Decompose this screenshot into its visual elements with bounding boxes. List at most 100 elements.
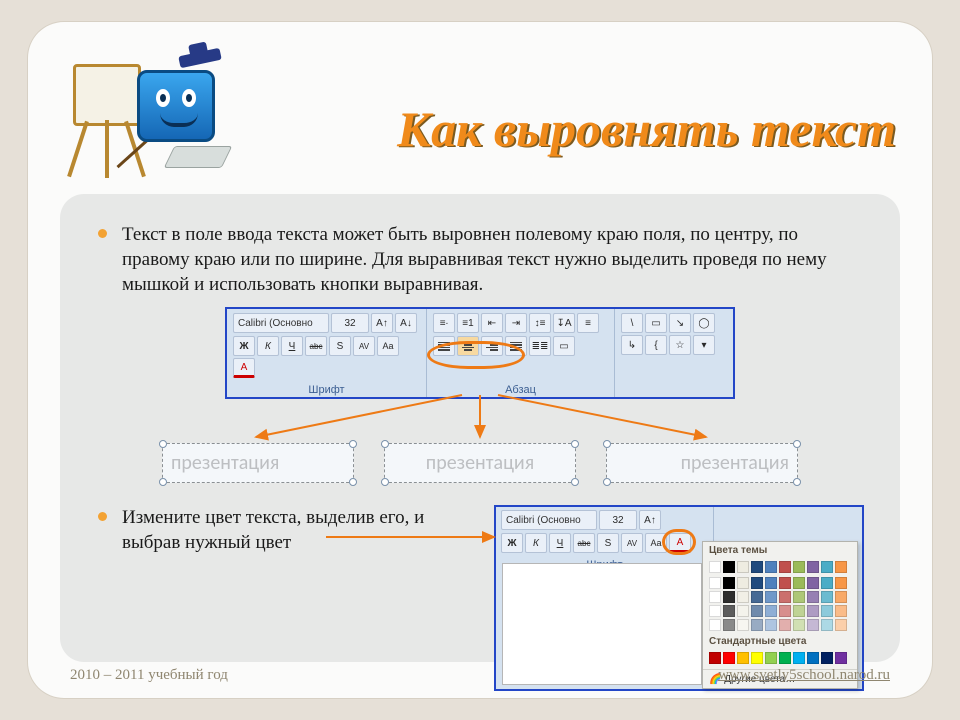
color-swatch[interactable] [737, 591, 749, 603]
color-swatch[interactable] [807, 605, 819, 617]
color-swatch[interactable] [821, 577, 833, 589]
spacing-2[interactable]: AV [621, 533, 643, 553]
color-swatch[interactable] [793, 652, 805, 664]
numbering-button[interactable]: ≡1 [457, 313, 479, 333]
underline-2[interactable]: Ч [549, 533, 571, 553]
color-swatch[interactable] [709, 652, 721, 664]
shape-elbow-icon[interactable]: ↳ [621, 335, 643, 355]
color-swatch[interactable] [723, 605, 735, 617]
color-swatch[interactable] [751, 605, 763, 617]
color-swatch[interactable] [835, 652, 847, 664]
color-swatch[interactable] [807, 652, 819, 664]
color-swatch[interactable] [835, 561, 847, 573]
shape-arrow-icon[interactable]: ↘ [669, 313, 691, 333]
color-swatch[interactable] [723, 577, 735, 589]
color-swatch[interactable] [835, 577, 847, 589]
color-swatch[interactable] [765, 605, 777, 617]
font-family-combo-2[interactable]: Calibri (Основно [501, 510, 597, 530]
color-swatch[interactable] [807, 619, 819, 631]
italic-button[interactable]: К [257, 336, 279, 356]
color-swatch[interactable] [821, 605, 833, 617]
italic-2[interactable]: К [525, 533, 547, 553]
shadow-2[interactable]: S [597, 533, 619, 553]
increase-indent-button[interactable]: ⇥ [505, 313, 527, 333]
color-swatch[interactable] [807, 591, 819, 603]
char-spacing-button[interactable]: AV [353, 336, 375, 356]
color-swatch[interactable] [779, 561, 791, 573]
color-swatch[interactable] [709, 605, 721, 617]
color-swatch[interactable] [737, 577, 749, 589]
color-swatch[interactable] [751, 652, 763, 664]
color-swatch[interactable] [765, 577, 777, 589]
color-swatch[interactable] [793, 577, 805, 589]
grow-font-button[interactable]: A↑ [371, 313, 393, 333]
font-size-combo-2[interactable]: 32 [599, 510, 637, 530]
shrink-font-button[interactable]: A↓ [395, 313, 417, 333]
color-swatch[interactable] [723, 561, 735, 573]
shadow-button[interactable]: S [329, 336, 351, 356]
color-swatch[interactable] [779, 577, 791, 589]
grow-font-2[interactable]: A↑ [639, 510, 661, 530]
color-swatch[interactable] [821, 561, 833, 573]
color-swatch[interactable] [765, 591, 777, 603]
color-swatch[interactable] [779, 605, 791, 617]
font-size-combo[interactable]: 32 [331, 313, 369, 333]
color-swatch[interactable] [723, 591, 735, 603]
align-text-vert-button[interactable]: ≡ [577, 313, 599, 333]
color-swatch[interactable] [709, 577, 721, 589]
color-swatch[interactable] [793, 605, 805, 617]
color-swatch[interactable] [835, 591, 847, 603]
color-swatch[interactable] [793, 619, 805, 631]
color-swatch[interactable] [751, 591, 763, 603]
color-swatch[interactable] [779, 619, 791, 631]
color-swatch[interactable] [709, 619, 721, 631]
strike-button[interactable]: abc [305, 336, 327, 356]
color-swatch[interactable] [765, 652, 777, 664]
footer-link[interactable]: www.svetly5school.narod.ru [718, 667, 890, 684]
strike-2[interactable]: abc [573, 533, 595, 553]
shape-line-icon[interactable]: \ [621, 313, 643, 333]
sample-left: презентация [162, 443, 354, 483]
color-swatch[interactable] [779, 591, 791, 603]
color-swatch[interactable] [709, 561, 721, 573]
color-swatch[interactable] [751, 619, 763, 631]
color-swatch[interactable] [821, 619, 833, 631]
font-color-highlight [662, 529, 696, 555]
color-swatch[interactable] [821, 652, 833, 664]
color-swatch[interactable] [751, 577, 763, 589]
decrease-indent-button[interactable]: ⇤ [481, 313, 503, 333]
bullets-button[interactable]: ≡∙ [433, 313, 455, 333]
font-family-combo[interactable]: Calibri (Основно [233, 313, 329, 333]
line-spacing-button[interactable]: ↕≡ [529, 313, 551, 333]
color-swatch[interactable] [737, 605, 749, 617]
smartart-button[interactable]: ▭ [553, 336, 575, 356]
shape-rect-icon[interactable]: ▭ [645, 313, 667, 333]
color-swatch[interactable] [709, 591, 721, 603]
font-color-button[interactable]: A [233, 358, 255, 378]
color-swatch[interactable] [835, 619, 847, 631]
shape-more-icon[interactable]: ▾ [693, 335, 715, 355]
shape-star-icon[interactable]: ☆ [669, 335, 691, 355]
bold-button[interactable]: Ж [233, 336, 255, 356]
color-swatch[interactable] [835, 605, 847, 617]
color-swatch[interactable] [793, 561, 805, 573]
color-swatch[interactable] [723, 619, 735, 631]
color-swatch[interactable] [807, 577, 819, 589]
shape-brace-icon[interactable]: { [645, 335, 667, 355]
shape-oval-icon[interactable]: ◯ [693, 313, 715, 333]
text-direction-button[interactable]: ↧A [553, 313, 575, 333]
color-swatch[interactable] [807, 561, 819, 573]
columns-button[interactable]: ≣≣ [529, 336, 551, 356]
color-swatch[interactable] [751, 561, 763, 573]
change-case-button[interactable]: Aa [377, 336, 399, 356]
color-swatch[interactable] [793, 591, 805, 603]
color-swatch[interactable] [765, 619, 777, 631]
color-swatch[interactable] [779, 652, 791, 664]
color-swatch[interactable] [821, 591, 833, 603]
color-swatch[interactable] [737, 652, 749, 664]
color-swatch[interactable] [737, 619, 749, 631]
underline-button[interactable]: Ч [281, 336, 303, 356]
color-swatch[interactable] [723, 652, 735, 664]
color-swatch[interactable] [765, 561, 777, 573]
color-swatch[interactable] [737, 561, 749, 573]
